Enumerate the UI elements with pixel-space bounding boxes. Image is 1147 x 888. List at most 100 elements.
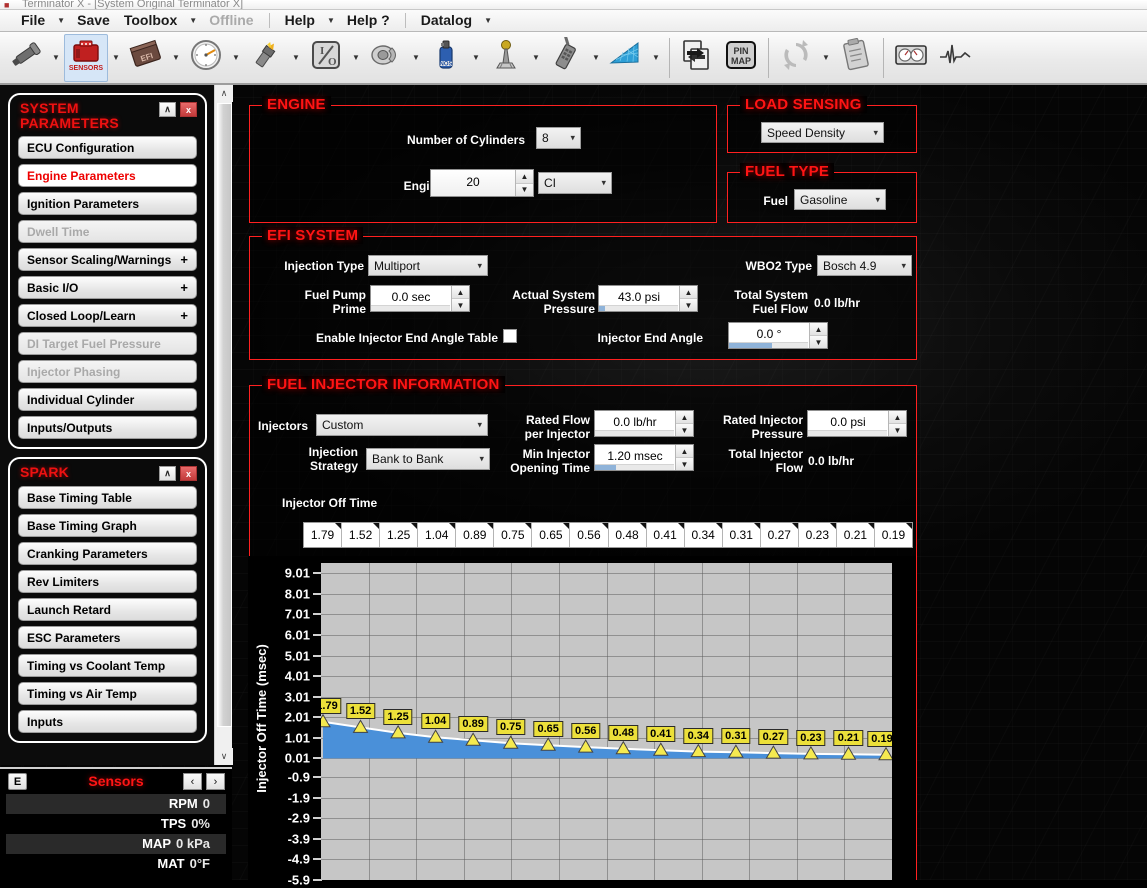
sidebar-scrollbar[interactable]: ∧ ∨ bbox=[214, 85, 233, 765]
sidebar-item-timing-vs-coolant-temp[interactable]: Timing vs Coolant Temp bbox=[18, 654, 197, 677]
sidebar-item-rev-limiters[interactable]: Rev Limiters bbox=[18, 570, 197, 593]
chevron-down-icon[interactable]: ▼ bbox=[48, 34, 64, 82]
chart-plot-area[interactable]: 1.791.52 1.25 1.04 0.89 0.75 0.65 0.56 0.48 0.41… bbox=[321, 563, 892, 880]
displacement-spin-buttons[interactable]: ▲ ▼ bbox=[515, 170, 533, 196]
toolbar-button-gauge[interactable] bbox=[184, 34, 228, 82]
off-time-cell[interactable]: 0.21 bbox=[837, 523, 875, 547]
sidebar-item-ecu-configuration[interactable]: ECU Configuration bbox=[18, 136, 197, 159]
off-time-cell[interactable]: 1.79 bbox=[304, 523, 343, 547]
toolbar-button-waveform[interactable] bbox=[933, 34, 977, 82]
enable-end-angle-checkbox[interactable] bbox=[503, 329, 517, 343]
spin-down-icon[interactable]: ▼ bbox=[889, 424, 906, 436]
spin-down-icon[interactable]: ▼ bbox=[810, 336, 827, 348]
fuel-pump-prime-spin-buttons[interactable]: ▲ ▼ bbox=[451, 286, 469, 311]
scroll-down-icon[interactable]: ∨ bbox=[215, 748, 233, 765]
toolbar-button-clipboard[interactable] bbox=[834, 34, 878, 82]
injection-type-select[interactable]: Multiport ▾ bbox=[368, 255, 488, 276]
off-time-cell[interactable]: 1.25 bbox=[380, 523, 419, 547]
displacement-stepper[interactable]: 20 ▲ ▼ bbox=[430, 169, 534, 197]
rated-pressure-spin-buttons[interactable]: ▲ ▼ bbox=[888, 411, 906, 436]
off-time-cell[interactable]: 0.75 bbox=[494, 523, 533, 547]
end-angle-stepper[interactable]: 0.0 ° ▲ ▼ bbox=[728, 322, 828, 349]
off-time-cell[interactable]: 0.19 bbox=[875, 523, 913, 547]
chevron-down-icon[interactable]: ▼ bbox=[818, 34, 834, 82]
injectors-select[interactable]: Custom ▾ bbox=[316, 414, 488, 436]
panel-collapse-button[interactable]: ∧ bbox=[159, 466, 176, 481]
spin-down-icon[interactable]: ▼ bbox=[452, 299, 469, 311]
toolbar-button-upload-download[interactable] bbox=[675, 34, 719, 82]
off-time-cell[interactable]: 0.34 bbox=[685, 523, 723, 547]
rated-flow-track[interactable] bbox=[595, 430, 674, 436]
sidebar-item-cranking-parameters[interactable]: Cranking Parameters bbox=[18, 542, 197, 565]
toolbar-button-refresh[interactable] bbox=[774, 34, 818, 82]
chevron-down-icon[interactable]: ▼ bbox=[168, 34, 184, 82]
injector-off-time-table[interactable]: 1.79 1.52 1.25 1.04 0.89 0.75 0.65 0.56 0.48 0.41… bbox=[303, 522, 913, 548]
sidebar-item-timing-vs-air-temp[interactable]: Timing vs Air Temp bbox=[18, 682, 197, 705]
injection-strategy-select[interactable]: Bank to Bank ▾ bbox=[366, 448, 490, 470]
panel-collapse-button[interactable]: ∧ bbox=[159, 102, 176, 117]
load-sensing-select[interactable]: Speed Density ▾ bbox=[761, 122, 884, 143]
cylinders-select[interactable]: 8 ▾ bbox=[536, 127, 581, 149]
chevron-down-icon[interactable]: ▼ bbox=[479, 10, 497, 31]
fuel-select[interactable]: Gasoline ▾ bbox=[794, 189, 886, 210]
sidebar-item-esc-parameters[interactable]: ESC Parameters bbox=[18, 626, 197, 649]
sidebar-item-individual-cylinder[interactable]: Individual Cylinder bbox=[18, 388, 197, 411]
chevron-down-icon[interactable]: ▼ bbox=[468, 34, 484, 82]
chevron-down-icon[interactable]: ▼ bbox=[348, 34, 364, 82]
toolbar-button-efi-ecu[interactable]: EFI bbox=[124, 34, 168, 82]
sidebar-item-base-timing-table[interactable]: Base Timing Table bbox=[18, 486, 197, 509]
expand-plus-icon[interactable]: + bbox=[180, 280, 188, 295]
off-time-cell[interactable]: 0.27 bbox=[761, 523, 799, 547]
sidebar-item-basic-i-o[interactable]: Basic I/O + bbox=[18, 276, 197, 299]
sidebar-item-sensor-scaling-warnings[interactable]: Sensor Scaling/Warnings + bbox=[18, 248, 197, 271]
min-opening-track[interactable] bbox=[595, 464, 674, 470]
panel-close-button[interactable]: x bbox=[180, 102, 197, 117]
toolbar-button-dual-gauge[interactable] bbox=[889, 34, 933, 82]
end-angle-spin-buttons[interactable]: ▲ ▼ bbox=[809, 323, 827, 348]
chevron-down-icon[interactable]: ▼ bbox=[648, 34, 664, 82]
chevron-down-icon[interactable]: ▼ bbox=[288, 34, 304, 82]
chevron-down-icon[interactable]: ▼ bbox=[108, 34, 124, 82]
expand-plus-icon[interactable]: + bbox=[180, 252, 188, 267]
end-angle-track[interactable] bbox=[729, 342, 808, 348]
off-time-cell[interactable]: 1.04 bbox=[418, 523, 457, 547]
off-time-cell[interactable]: 0.56 bbox=[570, 523, 609, 547]
sidebar-item-inputs-outputs[interactable]: Inputs/Outputs bbox=[18, 416, 197, 439]
off-time-cell[interactable]: 1.52 bbox=[342, 523, 381, 547]
min-opening-stepper[interactable]: 1.20 msec ▲ ▼ bbox=[594, 444, 694, 471]
sidebar-item-ignition-parameters[interactable]: Ignition Parameters bbox=[18, 192, 197, 215]
off-time-cell[interactable]: 0.23 bbox=[799, 523, 837, 547]
chevron-down-icon[interactable]: ▼ bbox=[228, 34, 244, 82]
toolbar-button-turbo[interactable] bbox=[364, 34, 408, 82]
off-time-cell[interactable]: 0.31 bbox=[723, 523, 761, 547]
off-time-cell[interactable]: 0.65 bbox=[532, 523, 571, 547]
menu-item-datalog[interactable]: Datalog bbox=[414, 10, 479, 31]
menu-item-file[interactable]: File bbox=[14, 10, 52, 31]
panel-close-button[interactable]: x bbox=[180, 466, 197, 481]
spin-up-icon[interactable]: ▲ bbox=[452, 286, 469, 299]
toolbar-button-pin-map[interactable]: PIN MAP bbox=[719, 34, 763, 82]
spin-up-icon[interactable]: ▲ bbox=[516, 170, 533, 184]
scrollbar-thumb[interactable] bbox=[217, 103, 232, 727]
displacement-unit-select[interactable]: CI ▾ bbox=[538, 172, 612, 194]
toolbar-button-spark-plug[interactable] bbox=[244, 34, 288, 82]
sidebar-item-base-timing-graph[interactable]: Base Timing Graph bbox=[18, 514, 197, 537]
spin-down-icon[interactable]: ▼ bbox=[516, 183, 533, 196]
rated-pressure-track[interactable] bbox=[808, 430, 887, 436]
actual-pressure-spin-buttons[interactable]: ▲ ▼ bbox=[679, 286, 697, 311]
sensors-next-icon[interactable]: › bbox=[206, 773, 225, 790]
off-time-cell[interactable]: 0.48 bbox=[609, 523, 647, 547]
rated-flow-stepper[interactable]: 0.0 lb/hr ▲ ▼ bbox=[594, 410, 694, 437]
sensors-prev-icon[interactable]: ‹ bbox=[183, 773, 202, 790]
chevron-down-icon[interactable]: ▼ bbox=[408, 34, 424, 82]
off-time-cell[interactable]: 0.41 bbox=[647, 523, 685, 547]
scroll-up-icon[interactable]: ∧ bbox=[215, 85, 233, 102]
sidebar-item-closed-loop-learn[interactable]: Closed Loop/Learn + bbox=[18, 304, 197, 327]
menu-item-help[interactable]: Help bbox=[278, 10, 322, 31]
toolbar-button-io-box[interactable]: IO bbox=[304, 34, 348, 82]
menu-item-save[interactable]: Save bbox=[70, 10, 117, 31]
chevron-down-icon[interactable]: ▼ bbox=[528, 34, 544, 82]
chevron-down-icon[interactable]: ▼ bbox=[184, 10, 202, 31]
actual-pressure-stepper[interactable]: 43.0 psi ▲ ▼ bbox=[598, 285, 698, 312]
toolbar-button-remote[interactable] bbox=[544, 34, 588, 82]
